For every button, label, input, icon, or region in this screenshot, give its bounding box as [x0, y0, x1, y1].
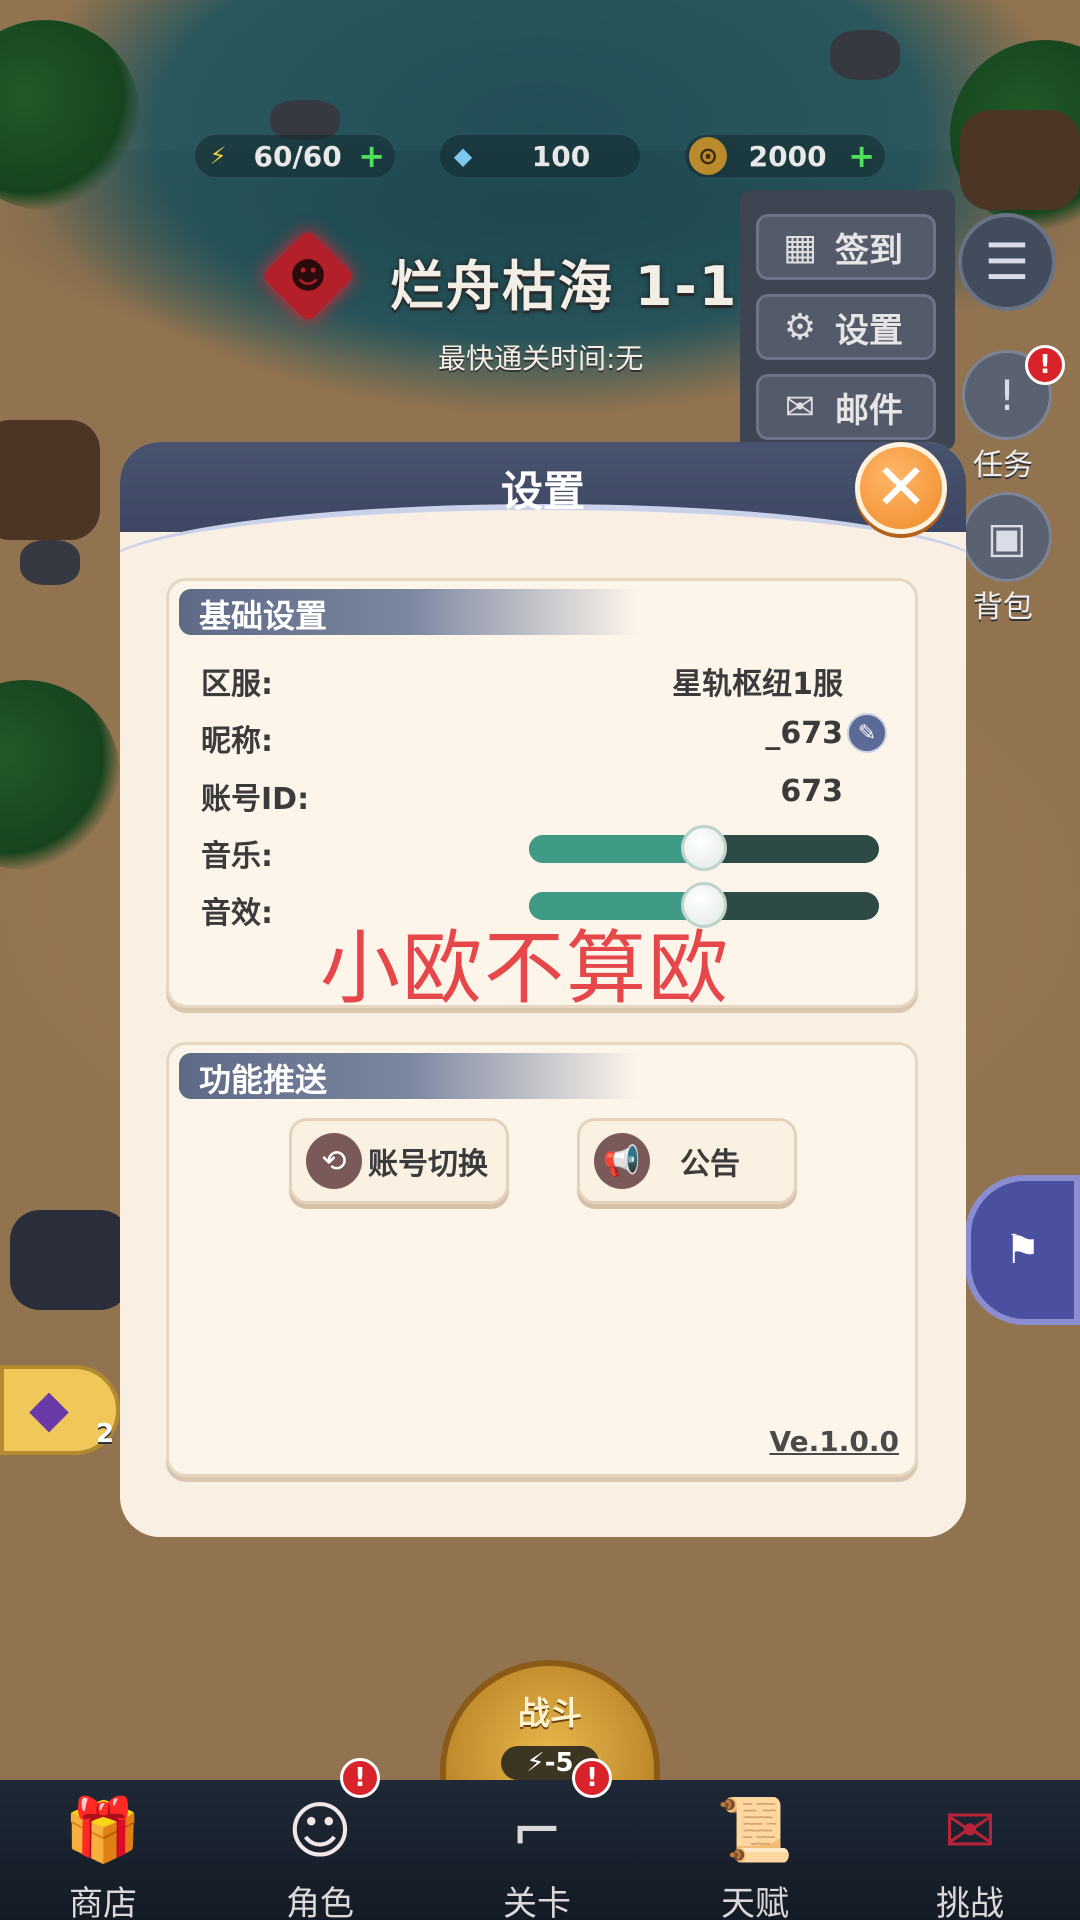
- music-slider[interactable]: [529, 825, 879, 871]
- music-label: 音乐:: [201, 839, 273, 874]
- stage-best-time: 最快通关时间:无: [438, 342, 644, 375]
- energy-value: 60/60: [253, 139, 342, 173]
- edit-nickname-icon[interactable]: ✎: [847, 713, 887, 753]
- server-value: 星轨枢纽1服: [672, 667, 843, 702]
- server-label: 区服:: [201, 667, 273, 702]
- bunny-character-icon: ☺: [287, 1793, 353, 1867]
- nav-character-label: 角色: [286, 1884, 354, 1920]
- function-panel: 功能推送 ⟲ 账号切换 📢 公告 Ve.1.0.0: [166, 1042, 918, 1477]
- menu-toggle-button[interactable]: ☰: [958, 213, 1056, 311]
- nav-shop-label: 商店: [69, 1884, 137, 1920]
- hamburger-menu-icon: ☰: [984, 233, 1030, 291]
- sign-in-button[interactable]: ▦ 签到: [756, 214, 936, 280]
- nav-character[interactable]: ☺ 角色: [245, 1790, 395, 1920]
- calendar-icon: ▦: [782, 226, 817, 268]
- function-header: 功能推送: [179, 1053, 639, 1099]
- version-link[interactable]: Ve.1.0.0: [770, 1425, 900, 1458]
- nav-talent[interactable]: 📜 天赋: [680, 1790, 830, 1920]
- tasks-alert-badge: !: [1025, 345, 1065, 385]
- settings-button[interactable]: ⚙ 设置: [756, 294, 936, 360]
- gold-coin-icon: ⊙: [689, 137, 727, 175]
- settings-dialog: 设置 基础设置 区服: 星轨枢纽1服 昵称: _673 ✎ 账号ID: 673 …: [120, 442, 966, 1537]
- backpack-icon: ▣: [987, 512, 1027, 562]
- crystal-counter[interactable]: ◆ 2: [0, 1365, 120, 1455]
- devil-icon: ☻: [261, 229, 355, 323]
- task-book-icon: !: [998, 370, 1016, 420]
- watermark-text: 小欧不算欧: [320, 922, 730, 1015]
- music-slider-fill: [529, 835, 704, 863]
- stage-alert-badge: !: [572, 1758, 612, 1798]
- gold-counter: ⊙ 2000 +: [685, 135, 885, 177]
- music-slider-handle[interactable]: [681, 825, 727, 871]
- nav-challenge-label: 挑战: [936, 1884, 1004, 1920]
- diamond-value: 100: [531, 139, 591, 173]
- switch-account-button[interactable]: ⟲ 账号切换: [289, 1118, 509, 1204]
- sfx-label: 音效:: [201, 896, 273, 931]
- account-id-label: 账号ID:: [201, 782, 310, 817]
- basic-settings-title: 基础设置: [199, 597, 328, 635]
- rifle-icon: ⌐: [511, 1793, 563, 1867]
- scroll-icon: 📜: [716, 1793, 794, 1866]
- megaphone-icon: 📢: [594, 1133, 650, 1189]
- settings-label: 设置: [835, 310, 903, 351]
- rose-envelope-icon: ✉: [944, 1793, 996, 1867]
- announcement-button[interactable]: 📢 公告: [577, 1118, 797, 1204]
- diamond-icon: ◆: [453, 142, 473, 170]
- character-alert-badge: !: [340, 1758, 380, 1798]
- mail-icon: ✉: [784, 386, 816, 428]
- nav-stage-label: 关卡: [503, 1884, 571, 1920]
- dialog-title: 设置: [500, 467, 585, 516]
- gift-box-icon: 🎁: [64, 1793, 142, 1866]
- recruit-sign[interactable]: ⚑: [965, 1175, 1080, 1325]
- battle-cost-value: -5: [544, 1748, 574, 1778]
- nav-stage[interactable]: ⌐ 关卡: [462, 1790, 612, 1920]
- crystal-icon: ◆: [29, 1379, 69, 1439]
- energy-counter: ⚡ 60/60 +: [195, 135, 395, 177]
- battle-label: 战斗: [517, 1694, 582, 1732]
- gold-plus-button[interactable]: +: [848, 137, 875, 175]
- gold-value: 2000: [748, 139, 827, 173]
- bag-label: 背包: [973, 590, 1033, 625]
- mail-label: 邮件: [835, 390, 903, 431]
- nav-shop[interactable]: 🎁 商店: [28, 1790, 178, 1920]
- energy-plus-button[interactable]: +: [358, 137, 385, 175]
- basic-settings-header: 基础设置: [179, 589, 639, 635]
- mail-button[interactable]: ✉ 邮件: [756, 374, 936, 440]
- nickname-value: _673: [765, 716, 843, 751]
- recruit-icon: ⚑: [1004, 1227, 1041, 1273]
- tasks-label: 任务: [973, 448, 1033, 483]
- nav-talent-label: 天赋: [721, 1884, 789, 1920]
- diamond-counter: ◆ 100: [440, 135, 640, 177]
- bag-button[interactable]: ▣: [962, 492, 1052, 582]
- crystal-count: 2: [96, 1419, 115, 1449]
- side-menu: ▦ 签到 ⚙ 设置 ✉ 邮件: [740, 190, 955, 450]
- function-title: 功能推送: [199, 1061, 328, 1099]
- nav-challenge[interactable]: ✉ 挑战: [895, 1790, 1045, 1920]
- sign-in-label: 签到: [835, 230, 903, 271]
- announcement-label: 公告: [680, 1147, 740, 1182]
- gear-icon: ⚙: [783, 306, 817, 348]
- lightning-icon: ⚡: [209, 142, 227, 170]
- stage-title: 烂舟枯海 1-1: [390, 255, 739, 318]
- account-id-value: 673: [780, 774, 843, 809]
- nickname-label: 昵称:: [201, 724, 273, 759]
- switch-account-icon: ⟲: [306, 1133, 362, 1189]
- switch-account-label: 账号切换: [368, 1147, 488, 1182]
